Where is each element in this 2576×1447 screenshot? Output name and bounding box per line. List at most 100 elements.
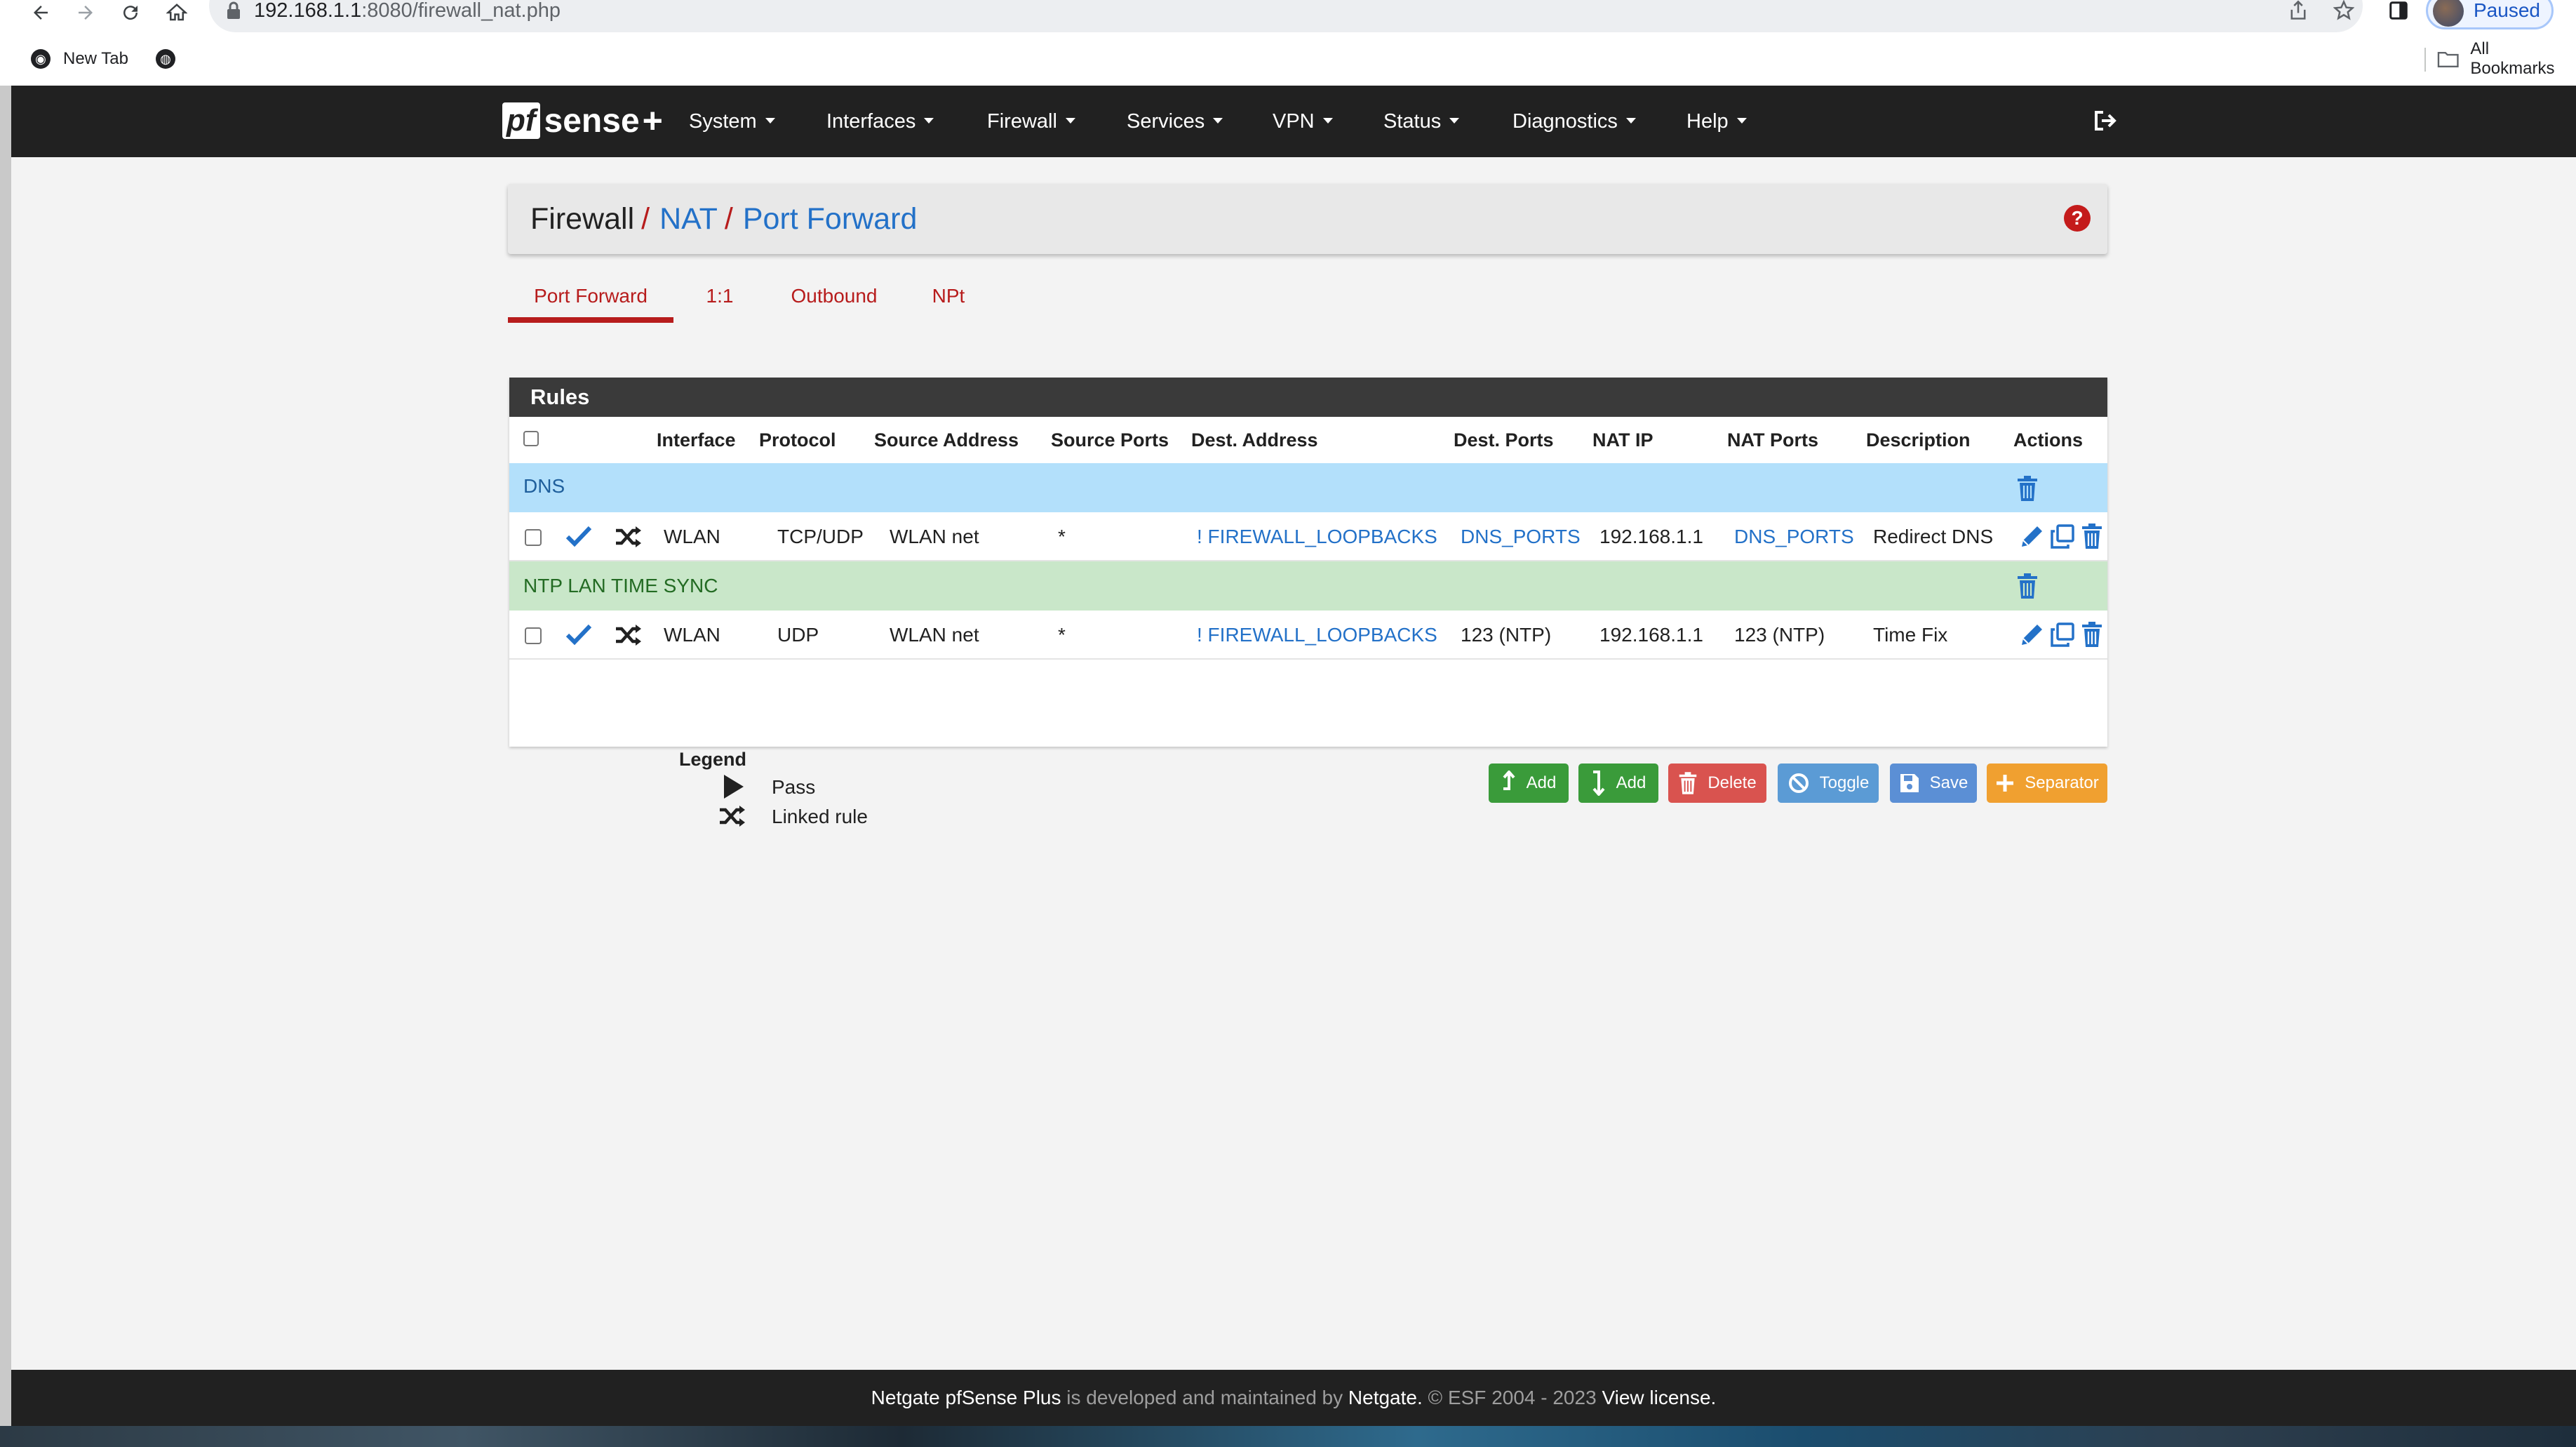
logo-plus: + <box>642 101 663 140</box>
row-checkbox[interactable] <box>525 529 542 546</box>
breadcrumb-panel: Firewall / NAT / Port Forward ? <box>508 184 2107 254</box>
help-icon[interactable]: ? <box>2064 205 2091 232</box>
column-source-address[interactable]: Source Address <box>874 417 1019 463</box>
side-panel-icon[interactable] <box>2388 0 2409 27</box>
page-viewport: pf sense + System Interfaces Firewall Se… <box>11 86 2576 1426</box>
tab-one-to-one[interactable]: 1:1 <box>699 274 741 323</box>
breadcrumb-port-forward[interactable]: Port Forward <box>743 202 918 236</box>
table-row[interactable]: WLAN UDP WLAN net * ! FIREWALL_LOOPBACKS… <box>509 611 2107 660</box>
separator-row-ntp[interactable]: NTP LAN TIME SYNC <box>509 561 2107 611</box>
column-actions: Actions <box>2013 429 2084 451</box>
arrow-up-icon <box>1503 771 1515 790</box>
separator-label: NTP LAN TIME SYNC <box>523 575 718 596</box>
shuffle-icon <box>720 806 745 827</box>
trash-icon[interactable] <box>2081 523 2103 549</box>
pfsense-logo[interactable]: pf sense + <box>502 100 663 142</box>
cell-nat-ports[interactable]: DNS_PORTS <box>1734 512 1854 561</box>
all-bookmarks-label: All Bookmarks <box>2470 39 2555 78</box>
reload-icon[interactable] <box>116 0 145 25</box>
tab-npt[interactable]: NPt <box>927 274 970 323</box>
menu-system[interactable]: System <box>689 86 775 157</box>
edit-icon[interactable] <box>2019 622 2044 648</box>
share-icon[interactable] <box>2288 0 2308 27</box>
home-icon[interactable] <box>163 0 191 25</box>
tab-outbound[interactable]: Outbound <box>789 274 880 323</box>
toggle-button[interactable]: Toggle <box>1778 763 1879 803</box>
menu-services[interactable]: Services <box>1127 86 1223 157</box>
select-all-checkbox[interactable] <box>523 431 539 446</box>
menu-label: Firewall <box>987 110 1057 133</box>
caret-down-icon <box>1065 118 1075 124</box>
caret-down-icon <box>765 118 775 124</box>
star-icon[interactable] <box>2333 0 2355 27</box>
url-text[interactable]: 192.168.1.1:8080/firewall_nat.php <box>254 0 561 21</box>
menu-status[interactable]: Status <box>1383 86 1460 157</box>
button-label: Toggle <box>1819 773 1870 792</box>
breadcrumb-separator: / <box>724 202 733 236</box>
save-icon <box>1900 774 1919 792</box>
row-checkbox[interactable] <box>525 627 542 644</box>
globe-bookmark[interactable]: ◍ <box>156 41 188 77</box>
rules-panel: Rules Interface Protocol Source Address … <box>509 378 2107 747</box>
check-icon[interactable] <box>565 623 592 646</box>
trash-icon[interactable] <box>2016 476 2039 501</box>
breadcrumb: Firewall / NAT / Port Forward <box>530 184 917 254</box>
table-row[interactable]: WLAN TCP/UDP WLAN net * ! FIREWALL_LOOPB… <box>509 512 2107 561</box>
cell-nat-ip: 192.168.1.1 <box>1599 526 1703 547</box>
lock-icon <box>227 1 240 19</box>
bookmark-new-tab[interactable]: ◉ New Tab <box>31 41 128 77</box>
breadcrumb-nat[interactable]: NAT <box>659 202 718 236</box>
menu-label: VPN <box>1273 110 1315 133</box>
shuffle-icon <box>616 526 641 547</box>
add-separator-button[interactable]: Separator <box>1987 763 2107 803</box>
window-edge <box>0 86 11 1426</box>
menu-label: Help <box>1686 110 1729 133</box>
copy-icon[interactable] <box>2050 622 2075 648</box>
tab-label: Port Forward <box>534 285 648 307</box>
menu-vpn[interactable]: VPN <box>1273 86 1333 157</box>
logout-icon[interactable] <box>2092 107 2120 135</box>
column-dest-ports[interactable]: Dest. Ports <box>1454 417 1554 463</box>
back-icon[interactable] <box>27 0 55 25</box>
cell-protocol: TCP/UDP <box>777 526 864 547</box>
column-protocol[interactable]: Protocol <box>759 417 836 463</box>
separator-row-dns[interactable]: DNS <box>509 463 2107 512</box>
save-button[interactable]: Save <box>1890 763 1977 803</box>
column-description[interactable]: Description <box>1866 417 1971 463</box>
profile-status: Paused <box>2474 0 2540 21</box>
column-dest-address[interactable]: Dest. Address <box>1191 417 1318 463</box>
caret-down-icon <box>924 118 934 124</box>
edit-icon[interactable] <box>2019 524 2044 549</box>
footer-company-link[interactable]: Netgate. <box>1348 1387 1423 1408</box>
add-bottom-button[interactable]: Add <box>1578 763 1658 803</box>
logo-sense: sense <box>544 102 640 140</box>
cell-dest-ports[interactable]: DNS_PORTS <box>1461 512 1581 561</box>
button-label: Delete <box>1708 773 1757 792</box>
breadcrumb-separator: / <box>641 202 650 236</box>
cell-dest-address[interactable]: ! FIREWALL_LOOPBACKS <box>1197 611 1437 660</box>
menu-interfaces[interactable]: Interfaces <box>826 86 934 157</box>
cell-dest-address[interactable]: ! FIREWALL_LOOPBACKS <box>1197 512 1437 561</box>
copy-icon[interactable] <box>2050 524 2075 549</box>
menu-diagnostics[interactable]: Diagnostics <box>1512 86 1636 157</box>
column-nat-ip[interactable]: NAT IP <box>1592 417 1653 463</box>
tab-label: Outbound <box>791 285 878 307</box>
menu-help[interactable]: Help <box>1686 86 1747 157</box>
trash-icon[interactable] <box>2081 621 2103 648</box>
column-source-ports[interactable]: Source Ports <box>1051 417 1169 463</box>
button-label: Separator <box>2025 773 2099 792</box>
trash-icon[interactable] <box>2016 573 2039 599</box>
column-nat-ports[interactable]: NAT Ports <box>1727 417 1818 463</box>
column-interface[interactable]: Interface <box>657 417 736 463</box>
check-icon[interactable] <box>565 525 592 547</box>
footer: Netgate pfSense Plus is developed and ma… <box>11 1370 2576 1426</box>
tab-port-forward[interactable]: Port Forward <box>508 274 673 323</box>
all-bookmarks[interactable]: All Bookmarks <box>2437 39 2576 78</box>
cell-interface: WLAN <box>664 624 720 646</box>
add-top-button[interactable]: Add <box>1489 763 1569 803</box>
footer-license-link[interactable]: View license. <box>1602 1387 1716 1408</box>
menu-firewall[interactable]: Firewall <box>987 86 1075 157</box>
delete-button[interactable]: Delete <box>1668 763 1766 803</box>
forward-icon[interactable] <box>72 0 100 25</box>
footer-product: Netgate pfSense Plus <box>871 1387 1061 1408</box>
